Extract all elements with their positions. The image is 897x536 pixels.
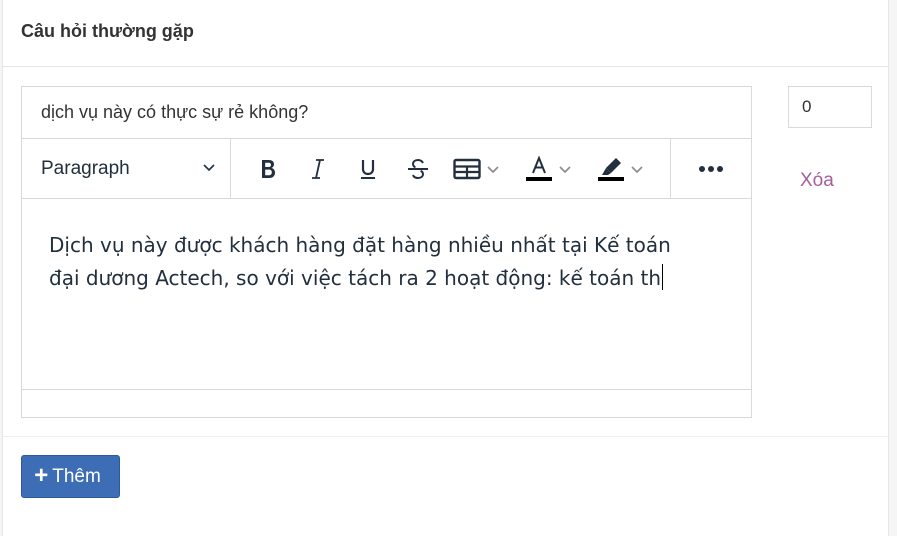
table-button[interactable]	[443, 149, 509, 189]
chevron-down-icon	[558, 162, 572, 176]
table-icon	[452, 158, 481, 180]
editor-content-line-last: đại dương Actech, so với việc tách ra 2 …	[49, 262, 731, 295]
editor-content[interactable]: Dịch vụ này được khách hàng đặt hàng nhi…	[22, 199, 751, 390]
order-input[interactable]	[788, 86, 872, 128]
italic-icon	[310, 158, 326, 180]
chevron-down-icon	[630, 162, 644, 176]
more-icon	[698, 160, 724, 178]
divider	[3, 436, 888, 437]
add-button[interactable]: + Thêm	[21, 455, 120, 498]
highlight-button[interactable]	[587, 149, 653, 189]
faq-panel: Câu hỏi thường gặp Paragraph	[2, 0, 889, 536]
bold-icon	[258, 158, 278, 180]
text-color-button[interactable]	[515, 149, 581, 189]
chevron-down-icon	[202, 158, 216, 180]
underline-button[interactable]	[343, 149, 393, 189]
strikethrough-icon	[406, 158, 430, 180]
plus-icon: +	[34, 461, 49, 489]
toolbar-group	[231, 139, 671, 198]
strikethrough-button[interactable]	[393, 149, 443, 189]
editor-statusbar	[22, 390, 751, 417]
text-caret	[662, 264, 664, 290]
delete-link[interactable]: Xóa	[800, 170, 834, 192]
editor-toolbar: Paragraph	[22, 139, 751, 199]
underline-icon	[358, 158, 378, 180]
editor-content-line: Dịch vụ này được khách hàng đặt hàng nhi…	[49, 233, 671, 257]
rich-text-editor: Paragraph Dịch vụ này được khách hàng đặ…	[21, 138, 752, 418]
chevron-down-icon	[486, 162, 500, 176]
more-button[interactable]	[671, 139, 751, 198]
panel-heading: Câu hỏi thường gặp	[3, 0, 888, 67]
highlight-icon	[597, 156, 625, 182]
editor-content-line: đại dương Actech, so với việc tách ra 2 …	[49, 266, 662, 290]
format-select-label: Paragraph	[41, 157, 130, 179]
question-input[interactable]	[21, 86, 752, 139]
panel-title: Câu hỏi thường gặp	[21, 21, 194, 41]
add-button-label: Thêm	[52, 465, 101, 487]
text-color-icon	[525, 155, 553, 182]
italic-button[interactable]	[293, 149, 343, 189]
bold-button[interactable]	[243, 149, 293, 189]
format-select[interactable]: Paragraph	[22, 139, 231, 198]
